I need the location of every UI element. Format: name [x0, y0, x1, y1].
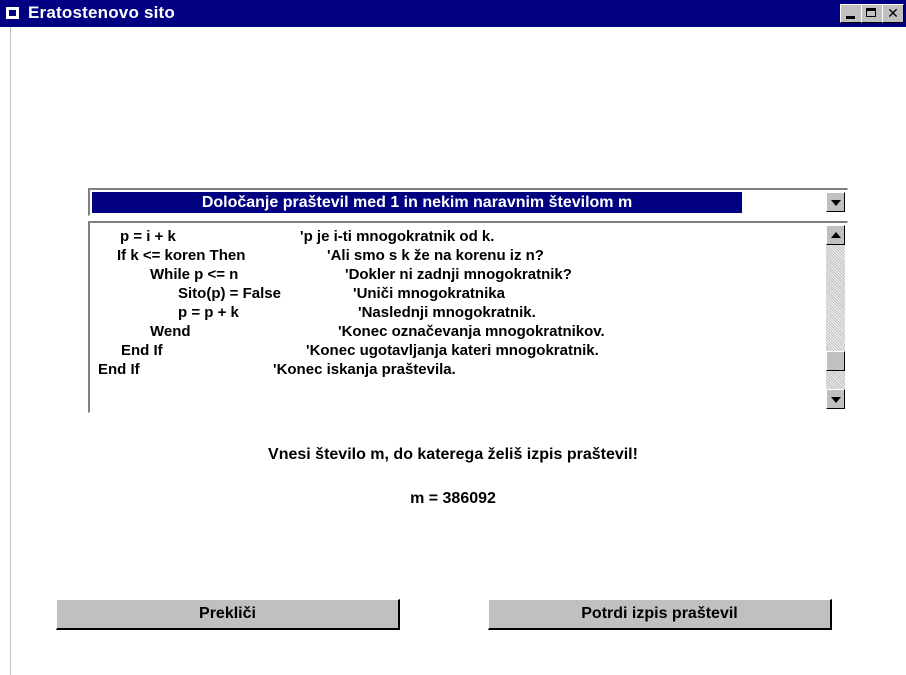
confirm-primes-button[interactable]: Potrdi izpis praštevil — [488, 599, 832, 630]
code-stmt: If k <= koren Then — [117, 247, 246, 264]
maximize-button[interactable] — [861, 4, 883, 23]
title-bar[interactable]: Eratostenovo sito ✕ — [0, 0, 906, 27]
code-comment: 'Ali smo s k že na korenu iz n? — [327, 247, 544, 264]
code-listbox[interactable]: p = i + k 'p je i-ti mnogokratnik od k. I… — [88, 221, 848, 413]
code-line: Sito(p) = False 'Uniči mnogokratnika — [178, 284, 505, 304]
code-stmt: Sito(p) = False — [178, 285, 281, 302]
code-comment: 'Konec iskanja praštevila. — [273, 361, 456, 378]
code-stmt: End If — [121, 342, 163, 359]
close-button[interactable]: ✕ — [882, 4, 904, 23]
code-line: p = p + k 'Naslednji mnogokratnik. — [178, 303, 536, 323]
vertical-scrollbar[interactable] — [826, 225, 845, 409]
app-window: Eratostenovo sito ✕ Določanje praštevil … — [0, 0, 906, 675]
code-stmt: End If — [98, 361, 140, 378]
code-comment: 'p je i-ti mnogokratnik od k. — [300, 228, 495, 245]
code-stmt: While p <= n — [150, 266, 239, 283]
combo-selected-text: Določanje praštevil med 1 in nekim narav… — [92, 192, 742, 213]
code-comment: 'Konec ugotavljanja kateri mnogokratnik. — [306, 342, 599, 359]
code-comment: 'Naslednji mnogokratnik. — [358, 304, 536, 321]
code-line: If k <= koren Then 'Ali smo s k že na kor… — [117, 246, 544, 266]
code-line: While p <= n 'Dokler ni zadnji mnogokratn… — [150, 265, 572, 285]
minimize-button[interactable] — [840, 4, 862, 23]
input-prompt-label: Vnesi število m, do katerega želiš izpis… — [268, 446, 638, 463]
app-icon[interactable] — [6, 7, 19, 19]
cancel-button[interactable]: Prekliči — [56, 599, 400, 630]
topic-combobox[interactable]: Določanje praštevil med 1 in nekim narav… — [88, 188, 848, 216]
code-stmt: p = i + k — [120, 228, 176, 245]
m-value-label: m = 386092 — [410, 490, 496, 507]
code-line: End If 'Konec ugotavljanja kateri mnogokr… — [121, 341, 599, 361]
code-line: End If 'Konec iskanja praštevila. — [98, 360, 456, 380]
code-comment: 'Uniči mnogokratnika — [353, 285, 505, 302]
code-stmt: p = p + k — [178, 304, 239, 321]
code-comment: 'Dokler ni zadnji mnogokratnik? — [345, 266, 572, 283]
window-title: Eratostenovo sito — [28, 3, 175, 22]
code-stmt: Wend — [150, 323, 191, 340]
code-line: p = i + k 'p je i-ti mnogokratnik od k. — [120, 227, 494, 247]
scrollbar-thumb[interactable] — [826, 351, 845, 371]
scroll-up-button[interactable] — [826, 225, 845, 245]
code-comment: 'Konec označevanja mnogokratnikov. — [338, 323, 605, 340]
combo-dropdown-button[interactable] — [826, 192, 845, 212]
code-line: Wend 'Konec označevanja mnogokratnikov. — [150, 322, 605, 342]
window-left-border — [0, 27, 11, 675]
scroll-down-button[interactable] — [826, 389, 845, 409]
